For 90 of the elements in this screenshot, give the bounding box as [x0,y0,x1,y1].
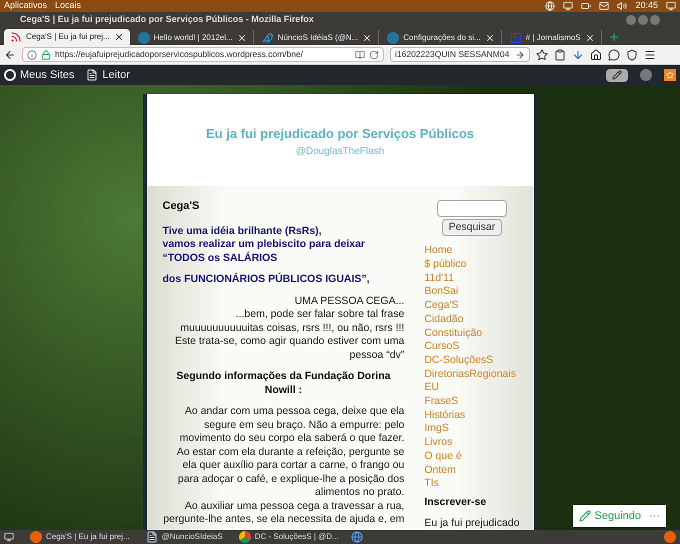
address-field[interactable]: https://eujafuiprejudicadoporservicospublicos.wordpress.com/bne/ [22,47,384,62]
post-text: Segundo informações da Fundação Dorina Nowill : [175,370,392,398]
menu-item[interactable]: Locais [55,0,82,13]
category-link[interactable]: ImgS [424,422,520,436]
post-text: vamos realizar um plebiscito para deixar “TODOS os SALÁRIOS [162,238,366,266]
category-link[interactable]: 11d'11 [424,272,520,286]
search-field[interactable]: i16202223QUIN SESSANM04 [390,47,530,62]
category-link[interactable]: Ontem [424,464,520,478]
menu-item[interactable]: Aplicativos [4,0,48,13]
minimize-button[interactable] [626,15,636,25]
close-icon[interactable] [114,32,124,42]
image-icon [510,32,522,44]
post-text: Ao andar com uma pessoa cega, deixe que ela segure em seu braço. Não a empurre: pelo movimento do seu corpo ela saberá o que fazer. [178,405,404,446]
more-button[interactable]: ··· [649,508,660,524]
sidebar-text: Eu ja fui prejudicado [424,516,520,530]
admin-bar-link[interactable]: Meus Sites [4,66,74,84]
category-link[interactable]: CursoS [424,340,520,354]
battery-icon[interactable] [581,1,592,11]
category-link[interactable]: FraseS [424,395,520,409]
category-link[interactable]: Cega'S [424,299,520,313]
star-icon [666,71,674,79]
category-link[interactable]: $ público [424,258,520,272]
category-link[interactable]: DiretoriasRegionais [424,368,520,382]
window-title: Cega'S | Eu ja fui prejudicado por Serviços Públicos - Mozilla Firefox [20,13,315,26]
desktop-icon[interactable] [4,532,14,542]
download-icon[interactable] [572,48,584,60]
taskbar-item[interactable]: DC - SoluçõesS | @D... [234,531,343,543]
clipboard-icon[interactable] [554,48,566,60]
network-icon[interactable] [563,1,574,11]
category-link[interactable]: Home [424,244,520,258]
follow-button[interactable]: Seguindo ··· [572,505,666,527]
blog-title[interactable]: Eu ja fui prejudicado por Serviços Públicos [206,124,474,144]
chat-icon[interactable] [608,48,620,60]
post-text: dos FUNCIONÁRIOS PÚBLICOS IGUAIS”, [162,273,371,287]
blog-icon [10,31,22,43]
post-title: Cega'S [162,200,200,214]
home-icon[interactable] [590,48,602,60]
post-text: pergunte-lhe antes, se ela necessita de ajuda e, em [162,513,404,527]
sidebar-heading: Inscrever-se [424,496,488,510]
category-link[interactable]: TIs [424,477,520,491]
post-text: Tive uma idéia brilhante (RsRs), [162,224,323,238]
shield-icon[interactable] [626,48,638,60]
category-link[interactable]: EU [424,381,520,396]
volume-icon[interactable] [617,1,628,11]
write-button[interactable] [606,68,628,82]
admin-bar-link[interactable]: Leitor [86,66,130,84]
back-icon[interactable] [4,48,16,60]
notification-button[interactable] [664,69,676,81]
category-link[interactable]: Cidadão [424,312,520,327]
avatar[interactable] [640,69,652,81]
info-icon[interactable] [27,50,37,60]
close-button[interactable] [650,15,660,25]
blog-subtitle: @DouglasTheFlash [296,144,384,158]
reader-icon [86,69,98,81]
category-link[interactable]: Histórias [424,408,520,422]
menu-icon[interactable] [644,48,656,60]
bookmark-icon[interactable] [536,48,548,60]
maximize-button[interactable] [638,15,648,25]
close-icon[interactable] [236,32,247,42]
close-icon[interactable] [484,32,495,42]
taskbar-item[interactable]: Cega'S | Eu ja fui prej... [26,531,134,543]
search-button[interactable]: Pesquisar [442,219,502,236]
document-icon [146,531,158,543]
post-text: Este trata-se, como agir quando estiver com uma pessoa “dv” [174,335,404,362]
post-text: UMA PESSOA CEGA... [294,294,404,308]
reader-icon[interactable] [355,50,365,60]
close-icon[interactable] [362,32,372,42]
go-icon[interactable] [515,50,525,60]
clock: 20:45 [635,0,658,12]
lock-icon [41,50,51,60]
reload-icon[interactable] [369,50,379,60]
post-text: ...bem, pode ser falar sobre tal frase muuuuuuuuuuitas coisas, rsrs !!!, ou não, rsrs !!! [179,308,404,336]
category-link[interactable]: BonSai [424,285,520,300]
bird-icon [262,32,274,44]
follow-icon [578,510,590,522]
close-icon[interactable] [584,32,595,42]
post-text: Ao estar com ela durante a refeição, pergunte se ela quer auxílio para cortar a carne, o frango ou para adoçar o café, e explique-lhe a posição dos alimentos no prato. [176,446,404,500]
taskbar-item[interactable]: @NuncioSIdeiaS [142,531,227,543]
display-icon[interactable] [666,1,676,11]
category-link[interactable]: DC-SoluçõesS [424,354,520,368]
category-link[interactable]: Livros [424,436,520,450]
mail-icon[interactable] [599,1,610,11]
post-text: Ao auxiliar uma pessoa cega a travessar a rua, [184,500,404,514]
globe-icon[interactable] [350,531,363,543]
pencil-icon [612,70,622,80]
category-link[interactable]: Constituição [424,326,520,340]
category-link[interactable]: O que é [424,450,520,464]
new-tab-icon[interactable] [608,31,620,43]
browser-tab[interactable]: Cega'S | Eu ja fui prej... [4,29,130,45]
search-field[interactable] [436,200,507,218]
